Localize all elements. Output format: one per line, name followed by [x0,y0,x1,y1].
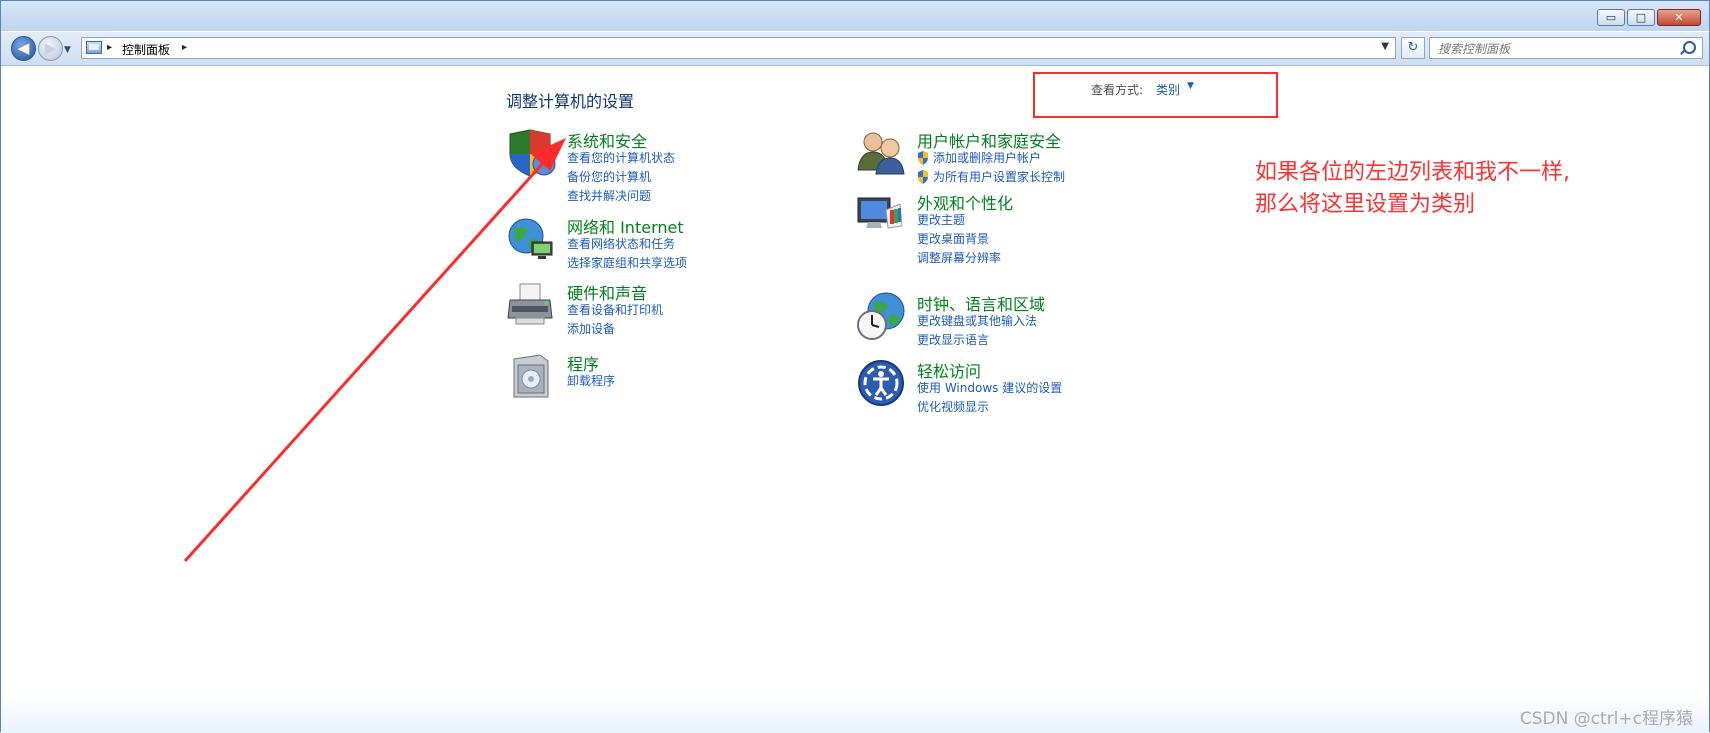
caption-buttons: ▭ □ ✕ [1597,9,1701,26]
minimize-button[interactable]: ▭ [1597,9,1625,26]
address-dropdown-icon[interactable]: ▼ [1381,41,1389,52]
link-windows-suggested-settings[interactable]: 使用 Windows 建议的设置 [917,379,1062,396]
link-adjust-resolution[interactable]: 调整屏幕分辨率 [917,249,1001,266]
annotation-line-1: 如果各位的左边列表和我不一样, [1255,160,1570,185]
recent-pages-dropdown[interactable]: ▼ [64,45,71,55]
uac-shield-icon [918,170,928,184]
maximize-button[interactable]: □ [1627,9,1655,26]
address-bar[interactable]: ▸ 控制面板 ▸ ▼ [81,37,1396,59]
link-change-theme[interactable]: 更改主题 [917,211,965,228]
network-globe-icon[interactable] [506,214,556,264]
search-input[interactable] [1436,40,1675,58]
link-optimize-video-display[interactable]: 优化视频显示 [917,398,989,415]
users-icon[interactable] [856,128,906,178]
uac-shield-icon [918,151,928,165]
watermark: CSDN @ctrl+c程序猿 [1519,709,1693,729]
control-panel-window: ▭ □ ✕ ◀ ▶ ▼ ▸ 控制面板 ▸ ▼ ↻ 调整计算机的设置 查看方式: … [0,0,1710,733]
link-change-background[interactable]: 更改桌面背景 [917,230,989,247]
monitor-palette-icon[interactable] [856,190,906,240]
link-devices-printers[interactable]: 查看设备和打印机 [567,301,663,318]
annotation-note: 如果各位的左边列表和我不一样, 那么将这里设置为类别 [1255,157,1570,221]
link-change-display-language[interactable]: 更改显示语言 [917,331,989,348]
page-title: 调整计算机的设置 [506,92,635,111]
annotation-highlight-box [1033,72,1278,118]
link-add-remove-accounts[interactable]: 添加或删除用户帐户 [933,149,1041,166]
refresh-button[interactable]: ↻ [1401,37,1425,59]
navigation-bar: ◀ ▶ ▼ ▸ 控制面板 ▸ ▼ ↻ [1,32,1709,66]
link-uninstall-program[interactable]: 卸载程序 [567,372,615,389]
annotation-line-2: 那么将这里设置为类别 [1255,192,1476,217]
clock-globe-icon[interactable] [856,291,906,341]
control-panel-icon [86,41,102,54]
programs-box-icon[interactable] [506,351,556,401]
link-parental-controls[interactable]: 为所有用户设置家长控制 [933,168,1065,185]
forward-button[interactable]: ▶ [38,36,63,61]
link-troubleshoot[interactable]: 查找并解决问题 [567,187,651,204]
printer-icon[interactable] [506,280,556,330]
title-bar[interactable]: ▭ □ ✕ [1,1,1709,31]
back-button[interactable]: ◀ [11,36,36,61]
accessibility-icon[interactable] [856,358,906,408]
shield-icon[interactable] [506,128,556,178]
link-view-computer-status[interactable]: 查看您的计算机状态 [567,149,675,166]
close-button[interactable]: ✕ [1657,9,1701,26]
link-network-status[interactable]: 查看网络状态和任务 [567,235,675,252]
link-add-device[interactable]: 添加设备 [567,320,615,337]
link-backup-computer[interactable]: 备份您的计算机 [567,168,651,185]
search-box[interactable] [1429,37,1703,59]
search-icon[interactable] [1683,41,1696,54]
breadcrumb-control-panel[interactable]: 控制面板 [122,41,170,58]
breadcrumb-separator[interactable]: ▸ [182,42,187,53]
breadcrumb-separator[interactable]: ▸ [107,42,112,53]
link-homegroup-sharing[interactable]: 选择家庭组和共享选项 [567,254,687,271]
link-change-keyboard[interactable]: 更改键盘或其他输入法 [917,312,1037,329]
